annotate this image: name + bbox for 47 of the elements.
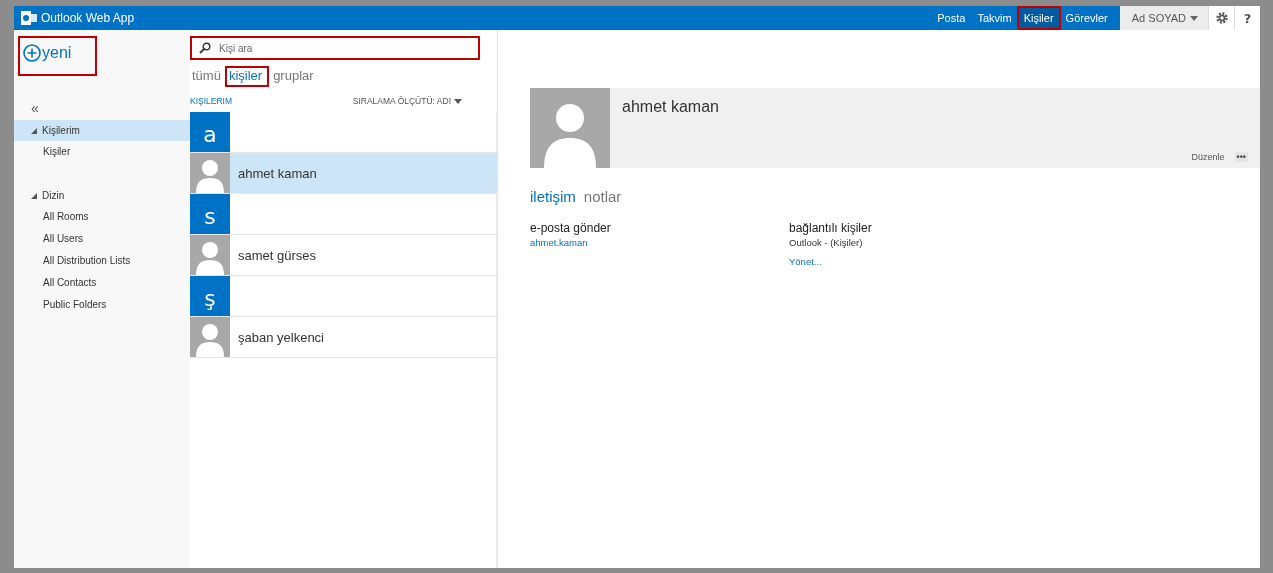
collapse-button[interactable]: « bbox=[31, 100, 39, 116]
contact-name: ahmet kaman bbox=[622, 98, 720, 116]
avatar-icon bbox=[530, 88, 610, 168]
folder-item[interactable]: Dizin bbox=[14, 185, 190, 206]
nav-link[interactable]: Posta bbox=[931, 7, 972, 29]
folder-item[interactable]: All Contacts bbox=[14, 272, 190, 294]
app-title: Outlook Web App bbox=[41, 11, 135, 25]
more-button[interactable]: ••• bbox=[1234, 152, 1248, 162]
link[interactable]: Yönet... bbox=[789, 256, 822, 267]
caret-icon bbox=[454, 98, 462, 104]
search-field[interactable]: Kişi ara bbox=[190, 36, 480, 60]
section-title: e-posta gönder bbox=[530, 221, 611, 235]
folder-item[interactable]: All Rooms bbox=[14, 206, 190, 228]
nav-link[interactable]: Takvim bbox=[971, 7, 1018, 29]
link[interactable]: ahmet.kaman bbox=[530, 237, 588, 248]
detail-tab[interactable]: notlar bbox=[583, 188, 622, 205]
letter-header: ş bbox=[190, 276, 230, 316]
new-button[interactable]: yeni bbox=[20, 38, 96, 74]
outlook-logo-icon bbox=[21, 11, 37, 25]
source-text: Outlook - (Kişiler) bbox=[789, 237, 863, 248]
edit-link[interactable]: Düzenle bbox=[1191, 152, 1225, 162]
expand-triangle-icon[interactable] bbox=[31, 127, 37, 134]
nav-link[interactable]: Görevler bbox=[1059, 7, 1114, 29]
user-menu[interactable]: Ad SOYAD bbox=[1119, 6, 1208, 30]
list-heading[interactable]: KIŞILERIM bbox=[190, 96, 233, 106]
contact-item[interactable]: samet gürses bbox=[190, 235, 497, 276]
caret-icon bbox=[1190, 15, 1198, 21]
filter-tab[interactable]: tümü bbox=[190, 68, 223, 83]
folder-item[interactable]: Public Folders bbox=[14, 294, 190, 316]
folder-item[interactable]: All Users bbox=[14, 228, 190, 250]
sort-menu[interactable]: SIRALAMA ÖLÇÜTÜ: ADI bbox=[352, 96, 462, 106]
contact-item[interactable]: şaban yelkenci bbox=[190, 317, 497, 358]
detail-tab[interactable]: iletişim bbox=[530, 188, 576, 205]
letter-header: a bbox=[190, 112, 230, 152]
nav-link[interactable]: Kişiler bbox=[1017, 7, 1060, 29]
filter-tab[interactable]: gruplar bbox=[271, 68, 316, 83]
contact-item[interactable]: ahmet kaman bbox=[190, 153, 497, 194]
search-icon bbox=[199, 42, 211, 54]
expand-triangle-icon[interactable] bbox=[31, 192, 37, 199]
plus-icon bbox=[23, 44, 41, 62]
settings-icon[interactable] bbox=[1215, 12, 1228, 24]
section-title: bağlantılı kişiler bbox=[789, 221, 872, 235]
filter-tab[interactable]: kişiler bbox=[226, 68, 268, 85]
folder-item[interactable]: Kişilerim bbox=[14, 120, 190, 141]
folder-item[interactable]: All Distribution Lists bbox=[14, 250, 190, 272]
folder-item[interactable]: Kişiler bbox=[14, 141, 190, 163]
letter-header: s bbox=[190, 194, 230, 234]
